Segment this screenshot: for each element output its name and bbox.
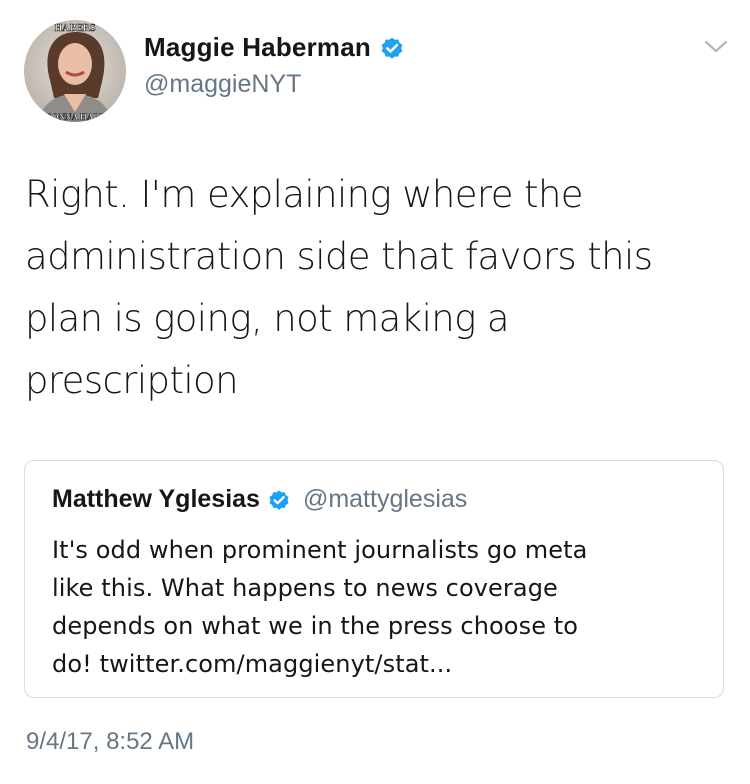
avatar-bottom-text: GONNA HABE — [45, 112, 106, 122]
tweet-text-line: Right. I'm explaining where the — [25, 173, 584, 216]
quoted-tweet-text: It's odd when prominent journalists go m… — [52, 531, 712, 683]
quoted-tweet-header: Matthew Yglesias @mattyglesias — [52, 485, 467, 514]
tweet-timestamp[interactable]: 9/4/17, 8:52 AM — [26, 728, 194, 756]
quoted-tweet-card[interactable]: Matthew Yglesias @mattyglesias It's odd … — [24, 460, 724, 698]
quoted-text-line: like this. What happens to news coverage — [52, 574, 558, 602]
author-name-row[interactable]: Maggie Haberman — [144, 32, 405, 63]
quoted-author-handle: @mattyglesias — [302, 485, 468, 513]
verified-badge-icon — [379, 35, 405, 61]
avatar-photo: HABERS GONNA HABE — [24, 20, 126, 122]
quoted-text-line: do! twitter.com/maggienyt/stat... — [52, 650, 453, 678]
author-avatar[interactable]: HABERS GONNA HABE — [24, 20, 126, 122]
tweet-text-line: prescription — [25, 359, 239, 402]
quoted-text-line: It's odd when prominent journalists go m… — [52, 536, 588, 564]
tweet-text-line: plan is going, not making a — [25, 297, 510, 340]
author-handle[interactable]: @maggieNYT — [144, 70, 301, 99]
quoted-author-name: Matthew Yglesias — [52, 485, 260, 513]
quoted-text-line: depends on what we in the press choose t… — [52, 612, 579, 640]
verified-badge-icon — [267, 488, 291, 512]
tweet-text: Right. I'm explaining where the administ… — [25, 164, 725, 412]
tweet-text-line: administration side that favors this — [25, 235, 653, 278]
avatar-top-text: HABERS — [54, 23, 96, 34]
chevron-down-icon[interactable] — [702, 36, 730, 58]
author-display-name[interactable]: Maggie Haberman — [144, 32, 371, 63]
